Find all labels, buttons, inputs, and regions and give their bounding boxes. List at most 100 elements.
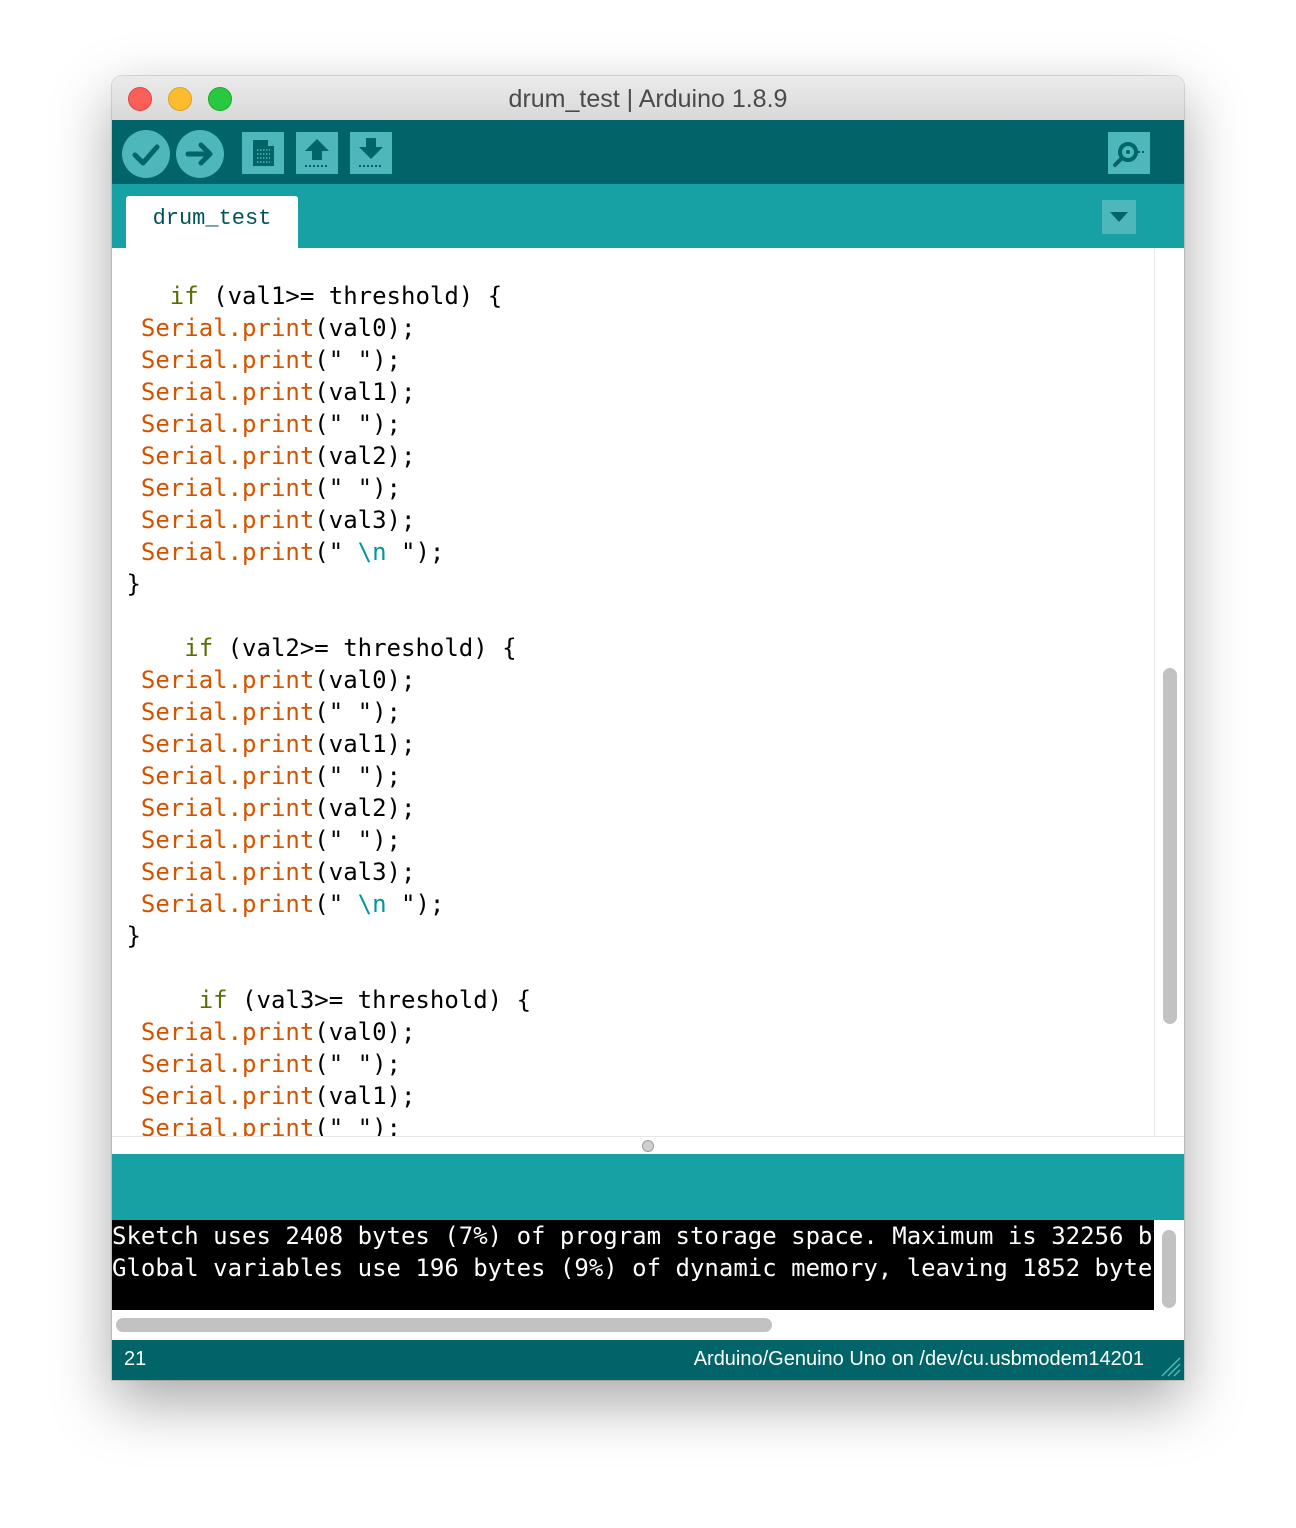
code-text: ");	[386, 890, 445, 918]
code-function: Serial.print	[112, 858, 315, 886]
code-line: Serial.print(val2);	[112, 792, 531, 824]
console-horizontal-scrollbar[interactable]	[112, 1310, 1154, 1340]
editor-scroll-thumb[interactable]	[1163, 668, 1177, 1024]
code-line: Serial.print(val1);	[112, 1080, 531, 1112]
code-line: Serial.print(val0);	[112, 664, 531, 696]
code-text: ("	[314, 538, 358, 566]
code-line: Serial.print(" ");	[112, 344, 531, 376]
verify-button[interactable]	[122, 130, 170, 178]
title-bar: drum_test | Arduino 1.8.9	[112, 76, 1184, 121]
code-function: Serial.print	[112, 314, 315, 342]
code-text: (val1);	[314, 378, 416, 406]
code-text: (val3);	[314, 858, 416, 886]
code-line: Serial.print(" ");	[112, 1112, 531, 1136]
code-function: Serial.print	[112, 826, 315, 854]
code-line: }	[112, 568, 531, 600]
board-port-info: Arduino/Genuino Uno on /dev/cu.usbmodem1…	[693, 1348, 1144, 1370]
magnifier-icon	[1113, 142, 1144, 167]
code-text: (val3);	[314, 506, 416, 534]
code-function: Serial.print	[112, 410, 315, 438]
console-scroll-thumb[interactable]	[1162, 1230, 1176, 1308]
code-text: (" ");	[314, 762, 401, 790]
code-line: if (val3>= threshold) {	[112, 984, 531, 1016]
code-function: Serial.print	[112, 474, 315, 502]
code-keyword: if	[112, 986, 228, 1014]
code-text: (val0);	[314, 314, 416, 342]
code-function: Serial.print	[112, 698, 315, 726]
resize-grip-icon[interactable]	[1156, 1352, 1182, 1378]
console-vertical-scrollbar[interactable]	[1154, 1220, 1184, 1340]
code-line: }	[112, 920, 531, 952]
arrow-up-icon	[305, 139, 329, 167]
code-line: Serial.print(val1);	[112, 728, 531, 760]
triangle-down-icon	[1110, 212, 1128, 222]
editor-vertical-scrollbar[interactable]	[1154, 248, 1184, 1136]
code-function: Serial.print	[112, 730, 315, 758]
split-divider[interactable]	[112, 1136, 1184, 1155]
code-line: Serial.print(val1);	[112, 376, 531, 408]
code-line: Serial.print(val3);	[112, 856, 531, 888]
console-line: Global variables use 196 bytes (9%) of d…	[112, 1254, 1154, 1282]
tab-menu-button[interactable]	[1102, 200, 1136, 234]
code-function: Serial.print	[112, 762, 315, 790]
code-text: (" ");	[314, 698, 401, 726]
code-function: Serial.print	[112, 794, 315, 822]
serial-monitor-button[interactable]	[1108, 132, 1150, 174]
code-content: if (val1>= threshold) { Serial.print(val…	[112, 248, 531, 1136]
code-text: (val3>= threshold) {	[227, 986, 532, 1014]
tab-bar: drum_test	[112, 184, 1184, 248]
code-line: Serial.print(" ");	[112, 408, 531, 440]
status-bar: 21 Arduino/Genuino Uno on /dev/cu.usbmod…	[112, 1340, 1184, 1380]
code-line: Serial.print(" ");	[112, 760, 531, 792]
code-line: if (val2>= threshold) {	[112, 632, 531, 664]
message-area	[112, 1154, 1184, 1220]
save-sketch-button[interactable]	[350, 132, 392, 174]
code-escape: \n	[357, 890, 387, 918]
code-text: ");	[386, 538, 445, 566]
code-function: Serial.print	[112, 666, 315, 694]
arrow-right-icon	[185, 142, 213, 166]
tab-drum-test[interactable]: drum_test	[126, 196, 298, 248]
code-keyword: if	[112, 634, 214, 662]
code-text: (val0);	[314, 666, 416, 694]
new-file-icon	[253, 140, 274, 166]
code-text: (val1);	[314, 730, 416, 758]
console-hscroll-thumb[interactable]	[116, 1318, 772, 1332]
code-text: }	[112, 570, 141, 598]
code-text: (val1>= threshold) {	[198, 282, 503, 310]
tab-label: drum_test	[152, 206, 272, 231]
code-text: (val2>= threshold) {	[213, 634, 517, 662]
code-line: Serial.print(" ");	[112, 1048, 531, 1080]
toolbar	[112, 120, 1184, 184]
code-function: Serial.print	[112, 442, 315, 470]
code-function: Serial.print	[112, 378, 315, 406]
code-text: (val2);	[314, 794, 416, 822]
open-sketch-button[interactable]	[296, 132, 338, 174]
code-text: (" ");	[314, 1114, 401, 1136]
code-keyword: if	[112, 282, 199, 310]
code-function: Serial.print	[112, 1018, 315, 1046]
code-line: Serial.print(val3);	[112, 504, 531, 536]
code-line: Serial.print(val0);	[112, 1016, 531, 1048]
arduino-ide-window: drum_test | Arduino 1.8.9 drum_test if (…	[112, 76, 1184, 1380]
new-sketch-button[interactable]	[242, 132, 284, 174]
divider-handle[interactable]	[642, 1140, 654, 1152]
code-text: (" ");	[314, 410, 401, 438]
code-text: (" ");	[314, 474, 401, 502]
code-text: (val0);	[314, 1018, 416, 1046]
code-text: (" ");	[314, 826, 401, 854]
code-text: ("	[314, 890, 358, 918]
code-function: Serial.print	[112, 1082, 315, 1110]
window-title: drum_test | Arduino 1.8.9	[508, 85, 788, 113]
upload-button[interactable]	[176, 130, 224, 178]
code-editor[interactable]: if (val1>= threshold) { Serial.print(val…	[112, 248, 1154, 1136]
console-line: Sketch uses 2408 bytes (7%) of program s…	[112, 1222, 1154, 1250]
code-text: (val2);	[314, 442, 416, 470]
code-line: Serial.print(" ");	[112, 824, 531, 856]
code-text: (" ");	[314, 1050, 401, 1078]
code-text: (val1);	[314, 1082, 416, 1110]
code-text: (" ");	[314, 346, 401, 374]
code-line: Serial.print(" ");	[112, 472, 531, 504]
